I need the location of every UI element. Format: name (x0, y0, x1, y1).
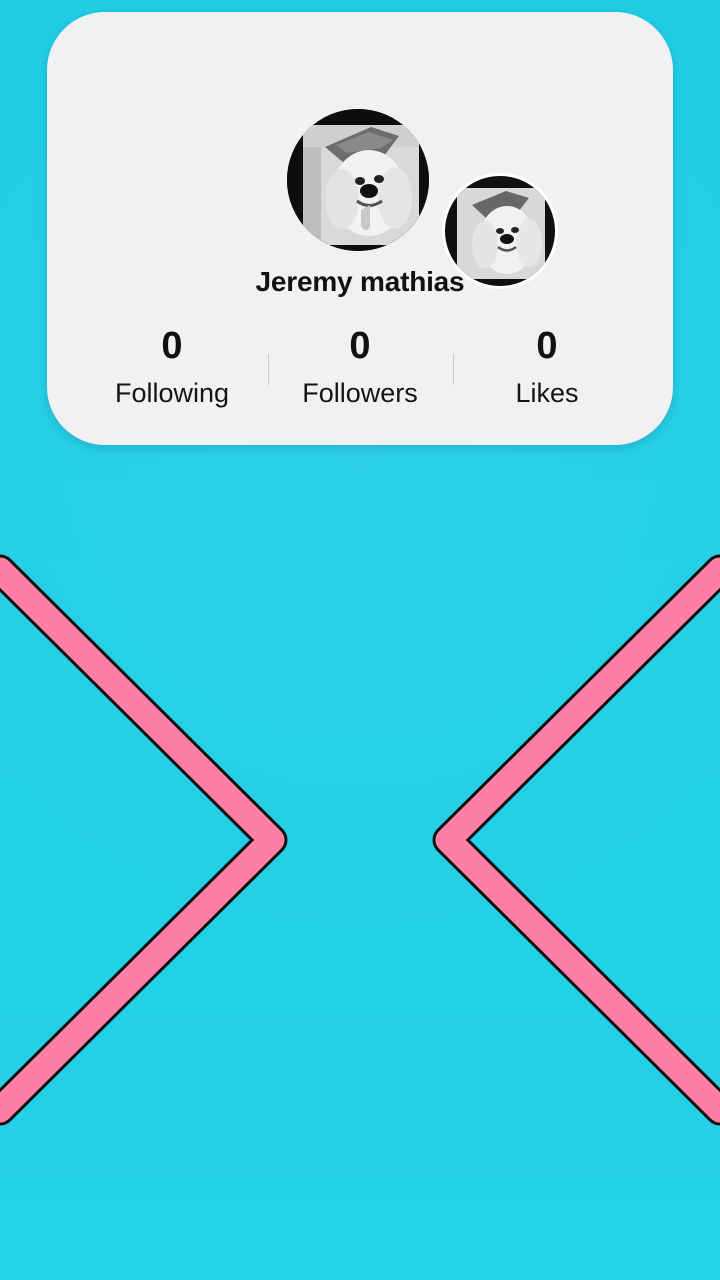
followers-count: 0 (349, 325, 371, 367)
left-chevron-icon (0, 554, 288, 1126)
stats-divider (453, 354, 454, 385)
decorative-chevrons (0, 554, 720, 1126)
following-count: 0 (161, 325, 183, 367)
likes-stat[interactable]: 0 Likes (457, 319, 637, 411)
likes-count: 0 (536, 325, 558, 367)
followers-stat[interactable]: 0 Followers (270, 319, 450, 411)
followers-label: Followers (302, 378, 418, 408)
stats-row: 0 Following 0 Followers 0 Likes (47, 319, 673, 419)
right-chevron-icon (432, 554, 720, 1126)
likes-label: Likes (515, 378, 579, 408)
following-label: Following (114, 378, 230, 408)
profile-name: Jeremy mathias (255, 266, 465, 297)
following-stat[interactable]: 0 Following (82, 319, 262, 411)
main-avatar[interactable] (287, 109, 429, 251)
stats-divider (268, 354, 269, 385)
